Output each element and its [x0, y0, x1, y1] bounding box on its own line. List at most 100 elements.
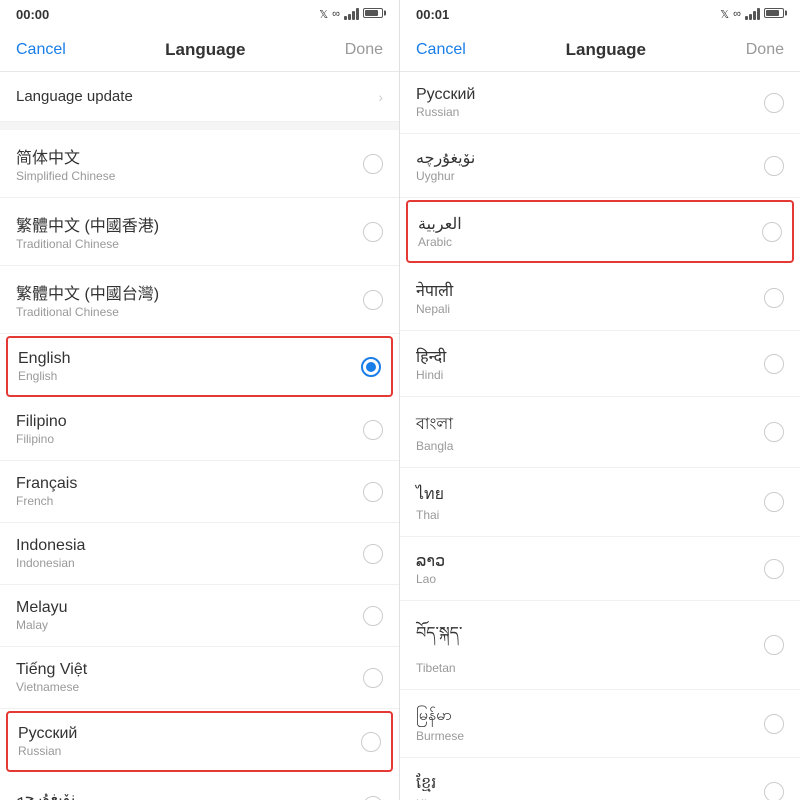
item-sub-indonesia: Indonesian	[16, 556, 363, 570]
item-sub-traditional-chinese-tw: Traditional Chinese	[16, 305, 363, 319]
left-status-icons: 𝕏 ∞	[319, 7, 383, 21]
signal-icon-right	[745, 8, 760, 20]
section-separator	[0, 122, 399, 130]
item-text-simplified-chinese: 简体中文 Simplified Chinese	[16, 144, 363, 183]
battery-icon-right	[764, 7, 784, 21]
item-name-english: English	[18, 350, 361, 368]
item-sub-english: English	[18, 369, 361, 383]
item-text-uyghur-top: نۆيغۇرچە Uyghur	[416, 148, 764, 183]
item-text-uyghur: نۆيغۇرچە Uyghur	[16, 788, 363, 800]
radio-selected-icon	[361, 357, 381, 377]
left-phone-panel: 00:00 𝕏 ∞ Cancel Language Done La	[0, 0, 400, 800]
radio-unselected-icon	[363, 668, 383, 688]
item-name-arabic: العربية	[418, 214, 762, 234]
right-status-icons: 𝕏 ∞	[720, 7, 784, 21]
chevron-right-icon: ›	[378, 89, 383, 105]
item-sub-thai: Thai	[416, 508, 764, 522]
list-item-russian[interactable]: Русский Russian	[6, 711, 393, 772]
left-cancel-button[interactable]: Cancel	[16, 41, 66, 59]
right-done-button[interactable]: Done	[746, 41, 784, 59]
item-text-vietnamese: Tiếng Việt Vietnamese	[16, 661, 363, 694]
item-name-nepali: नेपाली	[416, 279, 764, 301]
radio-unselected-icon	[764, 156, 784, 176]
radio-unselected-icon	[764, 93, 784, 113]
right-nav-bar: Cancel Language Done	[400, 28, 800, 72]
radio-unselected-icon	[764, 288, 784, 308]
list-item-traditional-chinese-tw[interactable]: 繁體中文 (中國台灣) Traditional Chinese	[0, 266, 399, 334]
left-language-list: Language update › 简体中文 Simplified Chines…	[0, 72, 399, 800]
list-item-uyghur[interactable]: نۆيغۇرچە Uyghur	[0, 774, 399, 800]
radio-unselected-icon	[363, 420, 383, 440]
item-name-simplified-chinese: 简体中文	[16, 144, 363, 168]
item-text-malay: Melayu Malay	[16, 599, 363, 632]
item-name-hindi: हिन्दी	[416, 345, 764, 367]
left-nav-title: Language	[165, 40, 245, 60]
twitter-icon-right: 𝕏	[720, 8, 729, 21]
list-item-tibetan[interactable]: བོད་སྐད་ Tibetan	[400, 601, 800, 690]
list-item-khmer[interactable]: ខ្មែរ Khmer	[400, 758, 800, 800]
list-item-malay[interactable]: Melayu Malay	[0, 585, 399, 647]
list-item-traditional-chinese-hk[interactable]: 繁體中文 (中國香港) Traditional Chinese	[0, 198, 399, 266]
item-text-lao: ລາວ Lao	[416, 551, 764, 586]
radio-unselected-icon	[764, 635, 784, 655]
list-item-english[interactable]: English English	[6, 336, 393, 397]
list-item-thai[interactable]: ไทย Thai	[400, 468, 800, 537]
radio-unselected-icon	[764, 354, 784, 374]
infinity-icon: ∞	[332, 8, 340, 20]
item-text-traditional-chinese-hk: 繁體中文 (中國香港) Traditional Chinese	[16, 212, 363, 251]
item-sub-vietnamese: Vietnamese	[16, 680, 363, 694]
item-name-russian-top: Русский	[416, 86, 764, 104]
item-name-filipino: Filipino	[16, 413, 363, 431]
radio-unselected-icon	[764, 422, 784, 442]
item-text-english: English English	[18, 350, 361, 383]
item-text-hindi: हिन्दी Hindi	[416, 345, 764, 382]
right-phone-panel: 00:01 𝕏 ∞ Cancel Language Done Ру	[400, 0, 800, 800]
item-text-french: Français French	[16, 475, 363, 508]
right-language-list: Русский Russian نۆيغۇرچە Uyghur العربية …	[400, 72, 800, 800]
left-done-button[interactable]: Done	[345, 41, 383, 59]
item-sub-french: French	[16, 494, 363, 508]
list-item-arabic[interactable]: العربية Arabic	[406, 200, 794, 263]
left-nav-bar: Cancel Language Done	[0, 28, 399, 72]
item-name-russian: Русский	[18, 725, 361, 743]
list-item-nepali[interactable]: नेपाली Nepali	[400, 265, 800, 331]
right-cancel-button[interactable]: Cancel	[416, 41, 466, 59]
item-sub-tibetan: Tibetan	[416, 661, 764, 675]
list-item-hindi[interactable]: हिन्दी Hindi	[400, 331, 800, 397]
item-sub-malay: Malay	[16, 618, 363, 632]
left-status-bar: 00:00 𝕏 ∞	[0, 0, 399, 28]
item-text-bangla: বাংলা Bangla	[416, 411, 764, 453]
right-status-bar: 00:01 𝕏 ∞	[400, 0, 800, 28]
item-name-uyghur-top: نۆيغۇرچە	[416, 148, 764, 168]
list-item-russian-top[interactable]: Русский Russian	[400, 72, 800, 134]
list-item-indonesia[interactable]: Indonesia Indonesian	[0, 523, 399, 585]
list-item-uyghur-top[interactable]: نۆيغۇرچە Uyghur	[400, 134, 800, 198]
item-sub-arabic: Arabic	[418, 235, 762, 249]
item-sub-uyghur-top: Uyghur	[416, 169, 764, 183]
list-item-vietnamese[interactable]: Tiếng Việt Vietnamese	[0, 647, 399, 709]
list-item-french[interactable]: Français French	[0, 461, 399, 523]
list-item-bangla[interactable]: বাংলা Bangla	[400, 397, 800, 468]
item-text-arabic: العربية Arabic	[418, 214, 762, 249]
list-item-simplified-chinese[interactable]: 简体中文 Simplified Chinese	[0, 130, 399, 198]
item-name-french: Français	[16, 475, 363, 493]
item-name-malay: Melayu	[16, 599, 363, 617]
radio-unselected-icon	[363, 154, 383, 174]
item-text-russian: Русский Russian	[18, 725, 361, 758]
list-item-filipino[interactable]: Filipino Filipino	[0, 399, 399, 461]
radio-unselected-icon	[762, 222, 782, 242]
radio-unselected-icon	[764, 714, 784, 734]
list-item-lao[interactable]: ລາວ Lao	[400, 537, 800, 601]
item-name-traditional-chinese-tw: 繁體中文 (中國台灣)	[16, 280, 363, 304]
item-sub-russian: Russian	[18, 744, 361, 758]
item-text-traditional-chinese-tw: 繁體中文 (中國台灣) Traditional Chinese	[16, 280, 363, 319]
battery-icon	[363, 7, 383, 21]
list-item-burmese[interactable]: မြန်မာ Burmese	[400, 690, 800, 758]
item-text-nepali: नेपाली Nepali	[416, 279, 764, 316]
item-text-burmese: မြန်မာ Burmese	[416, 704, 764, 743]
item-text-russian-top: Русский Russian	[416, 86, 764, 119]
radio-unselected-icon	[764, 782, 784, 800]
language-update-row[interactable]: Language update ›	[0, 72, 399, 122]
item-name-uyghur: نۆيغۇرچە	[16, 788, 363, 800]
right-time: 00:01	[416, 7, 449, 22]
